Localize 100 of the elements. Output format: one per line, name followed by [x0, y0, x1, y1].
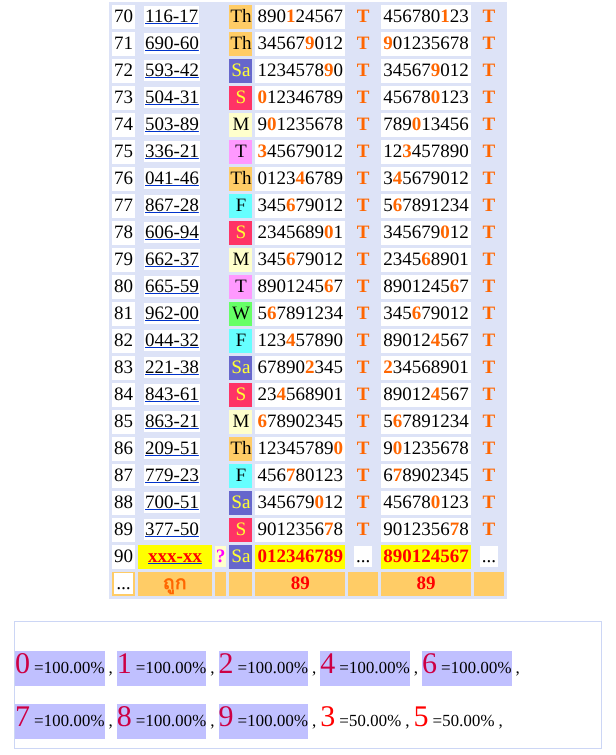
- day-cell: Sa: [229, 59, 252, 83]
- status-mark: T: [482, 168, 496, 189]
- digit-label: 9: [218, 700, 234, 733]
- digit-set: 345679012: [381, 221, 471, 245]
- result-link[interactable]: 690-60: [144, 33, 200, 54]
- status-mark: T: [356, 519, 370, 540]
- row-number: 90: [112, 545, 136, 569]
- day-cell: Th: [229, 437, 252, 461]
- day-cell: Th: [229, 32, 252, 56]
- row-number: 83: [112, 356, 136, 380]
- digit-set: 901235678: [255, 113, 345, 137]
- status-mark: ...: [354, 546, 372, 567]
- result-link[interactable]: 843-61: [144, 384, 200, 405]
- digit-set: 234568901: [381, 356, 471, 380]
- row-number: 76: [112, 167, 136, 191]
- separator: ,: [210, 658, 214, 677]
- digit-label: 1: [116, 647, 132, 680]
- day-cell: Sa: [229, 545, 252, 569]
- result-link[interactable]: 962-00: [144, 303, 200, 324]
- status-mark: T: [482, 357, 496, 378]
- status-mark: T: [482, 87, 496, 108]
- separator: ,: [498, 711, 503, 730]
- percent-value: =100.00%: [34, 711, 104, 730]
- digit-set: 234568901: [381, 248, 471, 272]
- day-cell: M: [229, 248, 252, 272]
- digit-label: 6: [422, 647, 437, 680]
- status-mark: T: [356, 249, 370, 270]
- digit-set: 890124567: [381, 383, 471, 407]
- day-cell: W: [229, 302, 252, 326]
- percent-value: =100.00%: [34, 658, 104, 677]
- result-link[interactable]: 662-37: [144, 249, 200, 270]
- separator: ,: [516, 658, 520, 677]
- result-link[interactable]: 377-50: [144, 519, 200, 540]
- separator: ,: [312, 658, 316, 677]
- status-mark: T: [482, 276, 496, 297]
- status-mark: T: [356, 492, 370, 513]
- correct-count: 89: [255, 572, 345, 596]
- status-mark: T: [482, 519, 496, 540]
- digit-set: 456780123: [381, 86, 471, 110]
- result-link[interactable]: 209-51: [144, 438, 200, 459]
- row-number: 77: [112, 194, 136, 218]
- day-cell: F: [229, 194, 252, 218]
- day-cell: S: [229, 518, 252, 542]
- day-cell: Sa: [229, 356, 252, 380]
- result-link[interactable]: 336-21: [144, 141, 200, 162]
- day-cell: S: [229, 383, 252, 407]
- day-cell: M: [229, 410, 252, 434]
- percent-value: =100.00%: [136, 658, 206, 677]
- row-number: 72: [112, 59, 136, 83]
- separator: ,: [108, 711, 113, 730]
- result-link[interactable]: 665-59: [144, 276, 200, 297]
- result-link[interactable]: 503-89: [144, 114, 200, 135]
- result-link[interactable]: 044-32: [144, 330, 200, 351]
- status-mark: T: [482, 222, 496, 243]
- digit-set: 890124567: [255, 275, 345, 299]
- digit-label: 8: [116, 700, 132, 733]
- status-mark: T: [482, 330, 496, 351]
- separator: ,: [405, 711, 410, 730]
- digit-set: 890124567: [381, 545, 471, 569]
- day-cell: F: [229, 464, 252, 488]
- day-cell: M: [229, 113, 252, 137]
- percent-value: =100.00%: [238, 711, 308, 730]
- result-link[interactable]: 116-17: [144, 6, 200, 27]
- digit-set: 456780123: [255, 464, 345, 488]
- result-link[interactable]: 504-31: [144, 87, 200, 108]
- status-mark: T: [356, 114, 370, 135]
- digit-set: 345679012: [255, 32, 345, 56]
- row-number: 87: [112, 464, 136, 488]
- digit-set: 890124567: [381, 275, 471, 299]
- result-link[interactable]: 041-46: [144, 168, 200, 189]
- digit-set: 567891234: [255, 302, 345, 326]
- status-mark: T: [356, 60, 370, 81]
- result-link[interactable]: 593-42: [144, 60, 200, 81]
- status-mark: T: [482, 33, 496, 54]
- status-mark: T: [356, 276, 370, 297]
- digit-set: 789013456: [381, 113, 471, 137]
- separator: ,: [210, 711, 214, 730]
- row-number: 86: [112, 437, 136, 461]
- result-link[interactable]: 779-23: [144, 465, 200, 486]
- result-link[interactable]: 221-38: [144, 357, 200, 378]
- percent-value: =100.00%: [136, 711, 206, 730]
- status-mark: T: [482, 384, 496, 405]
- result-link[interactable]: 606-94: [144, 222, 200, 243]
- status-mark: T: [356, 465, 370, 486]
- row-number: 81: [112, 302, 136, 326]
- digit-label: 3: [320, 700, 336, 733]
- digit-label: 0: [15, 647, 30, 680]
- status-mark: T: [482, 438, 496, 459]
- result-link[interactable]: 863-21: [144, 411, 200, 432]
- digit-set: 901235678: [381, 518, 471, 542]
- status-mark: T: [356, 384, 370, 405]
- row-number: 79: [112, 248, 136, 272]
- row-number: 71: [112, 32, 136, 56]
- day-cell: Th: [229, 5, 252, 29]
- digit-set: 678902345: [255, 410, 345, 434]
- result-link[interactable]: 867-28: [144, 195, 200, 216]
- row-number: 85: [112, 410, 136, 434]
- result-link[interactable]: 700-51: [144, 492, 200, 513]
- digit-set: 123457890: [255, 329, 345, 353]
- digit-label: 5: [414, 700, 428, 733]
